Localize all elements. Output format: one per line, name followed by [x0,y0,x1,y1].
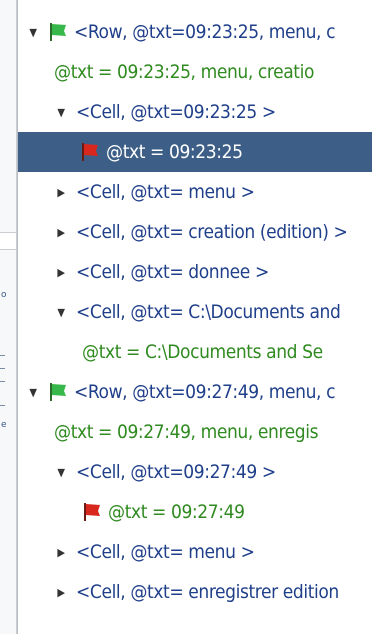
tree-node-label: @txt = 09:27:49 [108,501,245,523]
tree-node-label: <Row, @txt=09:27:49, menu, c [74,381,336,403]
collapse-arrow-icon[interactable]: ▶ [54,266,68,279]
tree-attribute-node[interactable]: @txt = 09:23:25 [18,132,372,172]
collapse-arrow-icon[interactable]: ▶ [54,546,68,559]
left-panel-tick [0,405,5,406]
tree-attribute-node[interactable]: @txt = 09:27:49 [18,492,372,532]
tree-node-label: <Cell, @txt= C:\Documents and [76,301,341,323]
xml-tree-view[interactable]: ▼ <Row, @txt=09:23:25, menu, c @txt = 09:2… [17,0,372,634]
green-flag-icon [48,382,68,402]
tree-element-node[interactable]: ▶ <Cell, @txt= donnee > [18,252,372,292]
tree-attribute-node[interactable]: @txt = 09:23:25, menu, creatio [18,52,372,92]
left-panel-band [0,232,16,250]
left-panel-fragment: o [1,290,7,300]
expand-arrow-icon[interactable]: ▼ [26,26,40,39]
tree-element-node[interactable]: ▶ <Cell, @txt= enregistrer edition [18,572,372,612]
tree-node-label: <Cell, @txt= donnee > [76,261,269,283]
tree-node-label: <Cell, @txt= creation (edition) > [76,221,348,243]
tree-element-node[interactable]: ▼ <Cell, @txt=09:27:49 > [18,452,372,492]
left-panel-fragment: e [1,420,7,430]
tree-element-node[interactable]: ▼ <Row, @txt=09:23:25, menu, c [18,12,372,52]
tree-element-node[interactable]: ▼ <Row, @txt=09:27:49, menu, c [18,372,372,412]
left-panel-tick [0,355,5,356]
tree-node-label: @txt = 09:27:49, menu, enregis [54,421,319,443]
left-panel-tick [0,381,5,382]
expand-arrow-icon[interactable]: ▼ [26,386,40,399]
red-flag-icon [80,142,100,162]
tree-element-node[interactable]: ▶ <Cell, @txt= menu > [18,172,372,212]
tree-attribute-node[interactable]: @txt = 09:27:49, menu, enregis [18,412,372,452]
tree-node-label: <Cell, @txt=09:23:25 > [76,101,276,123]
green-flag-icon [48,22,68,42]
tree-node-label: <Cell, @txt= menu > [76,181,255,203]
collapse-arrow-icon[interactable]: ▶ [54,186,68,199]
tree-node-label: <Cell, @txt= menu > [76,541,255,563]
tree-node-label: @txt = C:\Documents and Se [82,341,323,363]
tree-node-label: <Row, @txt=09:23:25, menu, c [74,21,336,43]
collapse-arrow-icon[interactable]: ▶ [54,226,68,239]
tree-attribute-node[interactable]: @txt = C:\Documents and Se [18,332,372,372]
left-panel-tick [0,368,5,369]
tree-element-node[interactable]: ▶ <Cell, @txt= creation (edition) > [18,212,372,252]
tree-element-node[interactable]: ▶ <Cell, @txt= menu > [18,532,372,572]
left-panel-edge: o e [0,0,17,634]
tree-node-label: <Cell, @txt=09:27:49 > [76,461,276,483]
red-flag-icon [82,502,102,522]
tree-element-node[interactable]: ▼ <Cell, @txt=09:23:25 > [18,92,372,132]
expand-arrow-icon[interactable]: ▼ [54,306,68,319]
tree-element-node[interactable]: ▼ <Cell, @txt= C:\Documents and [18,292,372,332]
tree-node-label: @txt = 09:23:25 [106,141,243,163]
tree-node-label: <Cell, @txt= enregistrer edition [76,581,339,603]
expand-arrow-icon[interactable]: ▼ [54,106,68,119]
collapse-arrow-icon[interactable]: ▶ [54,586,68,599]
expand-arrow-icon[interactable]: ▼ [54,466,68,479]
tree-node-label: @txt = 09:23:25, menu, creatio [54,61,315,83]
